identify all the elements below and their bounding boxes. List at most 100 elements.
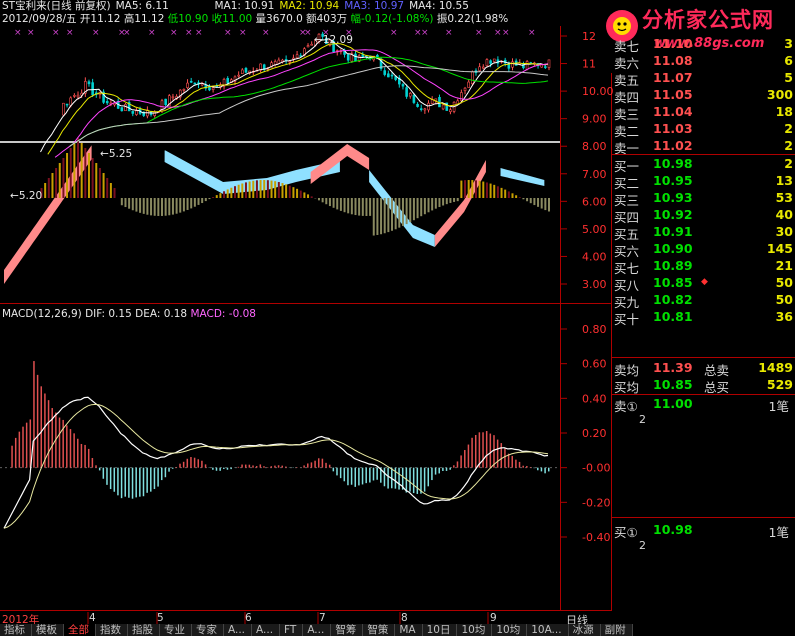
sell-row[interactable]: 卖七 11.10 3 <box>611 36 795 54</box>
price-tick-label: 3.00 <box>582 278 607 291</box>
tab-2[interactable]: 全部 <box>64 624 96 636</box>
macd-bar-negative <box>369 467 371 483</box>
sell-row[interactable]: 卖五 11.07 5 <box>611 70 795 88</box>
indicator-bar <box>471 180 474 198</box>
indicator-bar <box>146 198 149 215</box>
buy-row[interactable]: 买七 10.89 21 <box>611 258 795 276</box>
buy-row[interactable]: 买九 10.82 50 <box>611 292 795 310</box>
tab-1[interactable]: 模板 <box>32 624 64 636</box>
sell-queue-price: 11.00 <box>653 396 693 411</box>
indicator-bar <box>383 198 386 234</box>
buy-row[interactable]: 买一 10.98 2 <box>611 156 795 174</box>
tab-3[interactable]: 指数 <box>96 624 128 636</box>
tab-16[interactable]: 10均 <box>492 624 528 636</box>
indicator-bar <box>102 173 105 198</box>
sell-row[interactable]: 卖二 11.03 2 <box>611 121 795 139</box>
tab-19[interactable]: 副附 <box>600 624 633 636</box>
macd-tick-label: 0.20 <box>582 427 607 440</box>
indicator-bar <box>453 198 456 202</box>
buy-volume: 50 <box>775 292 793 307</box>
macd-bar-positive <box>252 465 254 468</box>
sell-row[interactable]: 卖三 11.04 18 <box>611 104 795 122</box>
indicator-bar <box>358 198 361 216</box>
tab-12[interactable]: 智策 <box>363 624 396 636</box>
buy-volume: 145 <box>766 241 793 256</box>
candle-body <box>193 82 197 85</box>
candle-body <box>211 87 215 90</box>
tab-7[interactable]: A... <box>224 624 253 636</box>
bar-change: 幅-0.12(-1.08%) <box>350 13 434 25</box>
tab-17[interactable]: 10A... <box>527 624 569 636</box>
indicator-bar <box>343 198 346 213</box>
buy-volume: 53 <box>775 190 793 205</box>
sell-price: 11.02 <box>653 138 693 153</box>
sell-queue-row[interactable]: 卖① 11.00 1笔 <box>611 396 795 414</box>
macd-bar-positive <box>25 422 28 468</box>
buy-row[interactable]: 买三 10.93 53 <box>611 190 795 208</box>
tab-9[interactable]: FT <box>280 624 304 636</box>
macd-bar-positive <box>73 433 75 468</box>
tab-4[interactable]: 指股 <box>128 624 160 636</box>
tab-14[interactable]: 10日 <box>422 624 458 636</box>
macd-bar-negative <box>150 467 152 492</box>
indicator-bar <box>120 198 123 206</box>
price-chart-header: ST宝利来(日线 前复权) MA5: 6.11 MA1: 10.91 MA2: 10… <box>2 0 474 13</box>
buy-row[interactable]: 买四 10.92 40 <box>611 207 795 225</box>
macd-bar-positive <box>274 465 276 468</box>
macd-bar-negative <box>139 467 141 497</box>
indicator-bar <box>255 180 258 198</box>
signal-marker: × <box>502 28 510 38</box>
tab-10[interactable]: A... <box>303 624 332 636</box>
ma4-value: MA4: 10.55 <box>409 0 469 12</box>
macd-bar-negative <box>420 467 422 494</box>
indicator-bar <box>84 148 87 198</box>
macd-bar-negative <box>365 467 367 484</box>
sell-price: 11.05 <box>653 87 693 102</box>
buy-row[interactable]: 买十 10.81 36 <box>611 309 795 327</box>
signal-marker: × <box>14 28 22 38</box>
tab-11[interactable]: 智筹 <box>331 624 364 636</box>
indicator-bar <box>401 198 404 226</box>
indicator-bar <box>449 198 452 203</box>
buy-queue-row[interactable]: 买① 10.98 1笔 <box>611 522 795 540</box>
buy-row[interactable]: 买八 10.85 50 ◆ <box>611 275 795 293</box>
macd-bar-positive <box>277 465 280 468</box>
sell-row[interactable]: 卖六 11.08 6 <box>611 53 795 71</box>
tab-8[interactable]: A... <box>252 624 281 636</box>
sell-price: 11.08 <box>653 53 693 68</box>
candle-body <box>416 103 419 107</box>
indicator-bar <box>219 193 222 198</box>
tab-18[interactable]: 冰源 <box>568 624 601 636</box>
tab-15[interactable]: 10均 <box>457 624 493 636</box>
macd-bar-positive <box>11 445 13 468</box>
macd-dif: DIF: 0.15 <box>85 308 132 320</box>
sell-row[interactable]: 卖一 11.02 2 <box>611 138 795 156</box>
buy-row[interactable]: 买五 10.91 30 <box>611 224 795 242</box>
signal-marker: × <box>421 28 429 38</box>
tab-5[interactable]: 专业 <box>160 624 192 636</box>
indicator-overlay <box>4 138 550 284</box>
macd-bar-negative <box>164 467 167 478</box>
tab-0[interactable]: 指标 <box>0 624 32 636</box>
macd-bar-negative <box>124 467 126 497</box>
signal-marker: × <box>148 28 156 38</box>
buy-price: 10.92 <box>653 207 693 222</box>
indicator-bar <box>416 198 419 219</box>
buy-row[interactable]: 买二 10.95 13 <box>611 173 795 191</box>
indicator-bar <box>438 198 441 208</box>
ma2-line <box>47 42 549 155</box>
tab-6[interactable]: 专家 <box>192 624 224 636</box>
macd-bar-positive <box>197 459 200 468</box>
macd-bar-negative <box>168 467 170 472</box>
macd-bar-positive <box>33 361 35 468</box>
signal-marker: × <box>224 28 232 38</box>
tab-13[interactable]: MA <box>395 624 423 636</box>
indicator-bar <box>248 181 251 198</box>
buy-row[interactable]: 买六 10.90 145 <box>611 241 795 259</box>
sell-row[interactable]: 卖四 11.05 300 <box>611 87 795 105</box>
divider <box>611 357 795 358</box>
indicator-bar <box>467 180 470 198</box>
macd-bar-positive <box>325 462 327 468</box>
macd-bar-negative <box>445 467 448 471</box>
macd-title: MACD(12,26,9) <box>2 308 82 320</box>
